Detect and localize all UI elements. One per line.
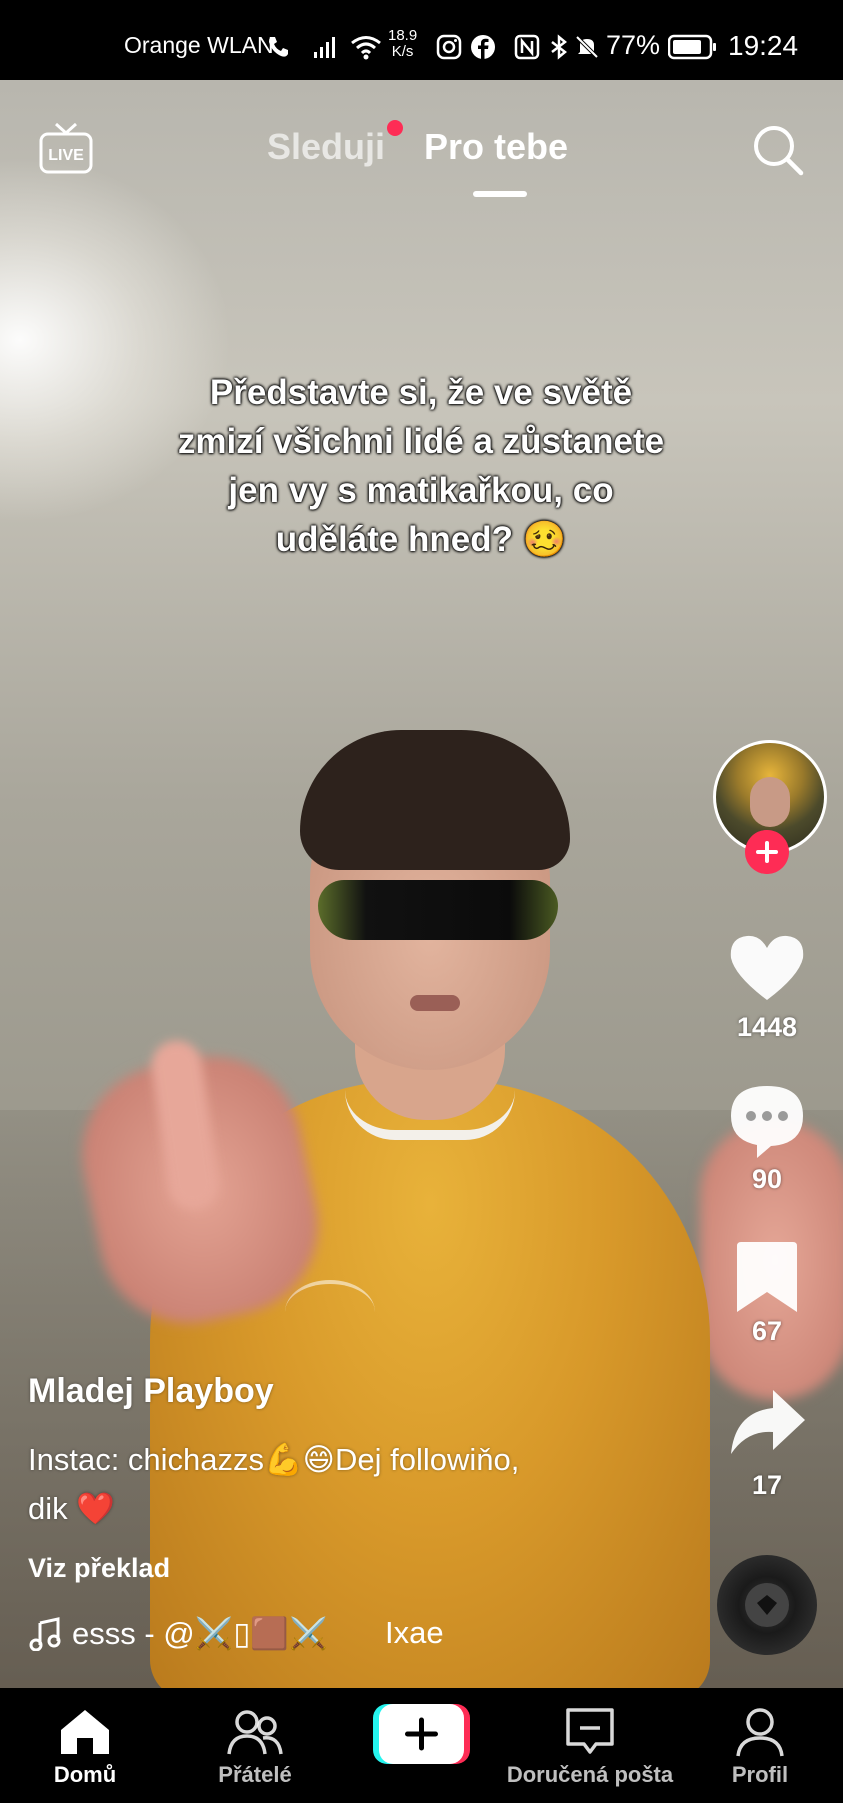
like-count: 1448 xyxy=(736,1012,798,1042)
music-artist[interactable]: Ixae xyxy=(385,1615,444,1651)
following-notification-dot xyxy=(387,120,403,136)
caption-line: zmizí všichni lidé a zůstanete xyxy=(177,422,665,461)
wifi-call-icon xyxy=(269,37,288,57)
instagram-icon xyxy=(436,34,462,60)
status-bar: Orange WLAN 18.9 K/s 77% 19:24 xyxy=(0,0,843,80)
tab-following[interactable]: Sleduji xyxy=(267,126,385,168)
tab-for-you[interactable]: Pro tebe xyxy=(424,126,568,168)
speed-value: 18.9 xyxy=(388,27,418,44)
wifi-icon xyxy=(351,36,381,60)
comment-icon[interactable] xyxy=(727,1080,807,1160)
music-disc[interactable] xyxy=(717,1555,817,1655)
nav-home[interactable]: Domů xyxy=(30,1688,140,1803)
live-label: LIVE xyxy=(48,147,84,164)
creator-name[interactable]: Mladej Playboy xyxy=(28,1372,274,1411)
mute-icon xyxy=(575,35,599,59)
nav-home-label: Domů xyxy=(53,1762,117,1787)
caption-line: jen vy s matikařkou, co xyxy=(228,471,614,510)
network-speed: 18.9 K/s xyxy=(388,28,417,60)
video-caption-overlay: Představte si, že ve světě zmizí všichni… xyxy=(121,368,721,564)
search-icon[interactable] xyxy=(750,122,806,178)
music-title[interactable]: esss - @⚔️▯🟫⚔️ xyxy=(72,1615,328,1652)
video-sunglasses xyxy=(318,880,558,940)
shirt-logo xyxy=(285,1280,375,1344)
bookmark-count: 67 xyxy=(751,1316,783,1346)
video-collar xyxy=(345,1090,515,1140)
nav-profile[interactable]: Profil xyxy=(705,1688,815,1803)
signal-icon xyxy=(314,37,335,58)
bookmark-icon[interactable] xyxy=(727,1236,807,1316)
share-count: 17 xyxy=(751,1470,783,1500)
nav-friends[interactable]: Přátelé xyxy=(200,1688,310,1803)
live-icon[interactable]: LIVE xyxy=(38,120,94,176)
nfc-icon xyxy=(514,34,540,60)
music-disc-icon xyxy=(745,1583,789,1627)
battery-icon xyxy=(668,34,716,60)
follow-button[interactable] xyxy=(745,830,789,874)
clock: 19:24 xyxy=(728,30,799,61)
create-button[interactable] xyxy=(373,1704,470,1764)
home-icon xyxy=(61,1710,109,1754)
caption-line: uděláte hned? 🥴 xyxy=(275,520,567,559)
like-icon[interactable] xyxy=(727,928,807,1008)
profile-icon xyxy=(736,1708,784,1757)
nav-friends-label: Přátelé xyxy=(218,1762,292,1787)
active-tab-indicator xyxy=(473,191,527,197)
nav-inbox[interactable]: Doručená pošta xyxy=(500,1688,680,1803)
friends-icon xyxy=(227,1710,283,1755)
video-description: Instac: chichazzs💪😄Dej followiňo, dik ❤️ xyxy=(28,1435,628,1533)
see-translation-link[interactable]: Viz překlad xyxy=(28,1553,170,1584)
battery-percent: 77% xyxy=(606,30,661,60)
nav-inbox-label: Doručená pošta xyxy=(506,1762,674,1787)
inbox-icon xyxy=(566,1708,614,1754)
music-note-icon xyxy=(29,1617,61,1651)
share-icon[interactable] xyxy=(727,1382,807,1462)
description-line: dik ❤️ xyxy=(28,1491,115,1526)
nav-profile-label: Profil xyxy=(731,1762,789,1787)
bluetooth-icon xyxy=(551,34,567,60)
comment-count: 90 xyxy=(751,1164,783,1194)
description-line: Instac: chichazzs💪😄Dej followiňo, xyxy=(28,1442,520,1477)
avatar-face xyxy=(750,777,790,827)
speed-unit: K/s xyxy=(391,43,414,60)
carrier-name: Orange WLAN xyxy=(124,32,274,58)
video-mouth xyxy=(410,995,460,1011)
facebook-icon xyxy=(471,35,495,59)
caption-line: Představte si, že ve světě xyxy=(209,373,633,412)
